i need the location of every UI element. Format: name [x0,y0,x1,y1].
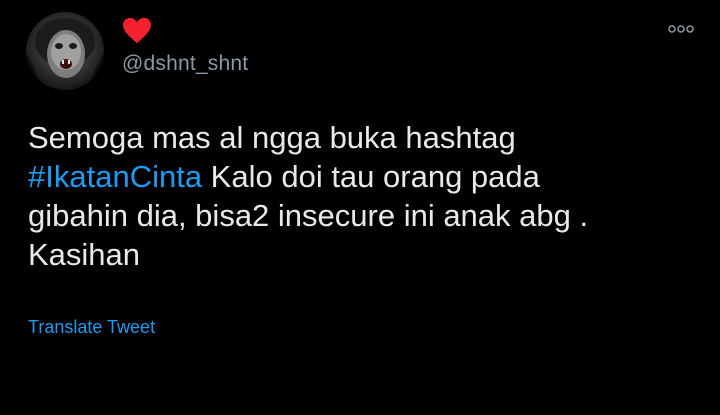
tweet-text-fragment: Kalo doi tau orang pada [202,159,540,194]
user-handle[interactable]: @dshnt_shnt [122,52,248,76]
tweet-text-line: Kasihan [28,237,141,272]
red-heart-icon [122,17,152,45]
hashtag-link[interactable]: #IkatanCinta [28,159,202,194]
avatar-image [26,18,104,90]
translate-tweet-link[interactable]: Translate Tweet [28,317,155,338]
more-dots-icon[interactable] [668,22,694,36]
tweet-text-line: Semoga mas al ngga buka hashtag [28,120,516,155]
profile-avatar[interactable] [26,12,104,90]
display-name[interactable] [122,16,152,46]
tweet-text-line: #IkatanCinta Kalo doi tau orang pada [28,157,698,196]
tweet-text: Semoga mas al ngga buka hashtag #IkatanC… [28,118,698,274]
tweet-text-line: gibahin dia, bisa2 insecure ini anak abg… [28,198,589,233]
